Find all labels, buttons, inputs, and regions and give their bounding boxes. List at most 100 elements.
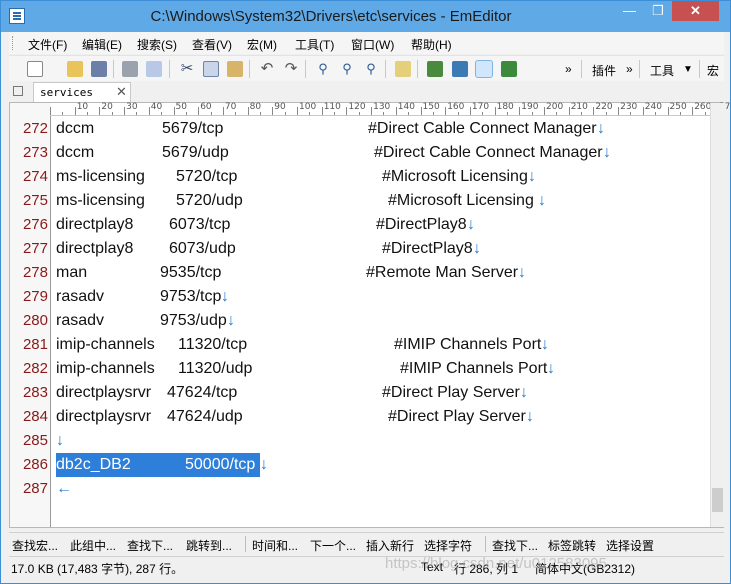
- paste-icon[interactable]: [227, 61, 243, 77]
- ruler-tick: [334, 112, 336, 115]
- search-bar-item[interactable]: 时间和...: [252, 537, 298, 554]
- find-next-icon[interactable]: ⚲: [339, 61, 355, 77]
- service-port: 5679/tcp: [162, 120, 224, 137]
- search-bar-item[interactable]: 下一个...: [310, 537, 356, 554]
- toolbar-separator: [385, 60, 386, 78]
- ruler-tick: [630, 112, 632, 115]
- line-break-marker: ↓: [260, 456, 268, 473]
- undo-icon[interactable]: ↶: [259, 61, 275, 77]
- toolbar-overflow[interactable]: »: [565, 62, 572, 76]
- tab-services[interactable]: services ✕: [33, 82, 131, 102]
- ruler-tick: [124, 107, 126, 115]
- service-port: 47624/udp: [167, 408, 243, 425]
- menu-file[interactable]: 文件(F): [28, 36, 67, 53]
- plugins-overflow[interactable]: »: [626, 62, 633, 76]
- ruler-tick: [62, 112, 64, 115]
- ruler-tick: [284, 112, 286, 115]
- title-bar[interactable]: C:\Windows\System32\Drivers\etc\services…: [1, 1, 730, 32]
- toolbar: ✂ ↶ ↷ ⚲ ⚲ ⚲ » 插件 » 工具 ▼ 宏: [9, 55, 724, 83]
- ruler-tick: [408, 112, 410, 115]
- cut-icon[interactable]: ✂: [179, 61, 195, 77]
- new-file-icon[interactable]: [27, 61, 43, 77]
- ruler-label: 260: [694, 102, 712, 112]
- open-folder-icon[interactable]: [67, 61, 83, 77]
- line-break-marker: ↓: [520, 384, 528, 401]
- tab-close-icon[interactable]: ✕: [116, 84, 127, 100]
- save-icon[interactable]: [91, 61, 107, 77]
- search-bar: 查找宏... 此组中... 查找下... 跳转到... 时间和... 下一个..…: [9, 532, 724, 555]
- ruler-label: 170: [471, 102, 490, 112]
- service-comment: #DirectPlay8: [382, 240, 473, 257]
- find-icon[interactable]: ⚲: [315, 61, 331, 77]
- redo-icon[interactable]: ↷: [283, 61, 299, 77]
- tab-list-icon[interactable]: [13, 86, 23, 96]
- ruler-label: 40: [150, 102, 163, 112]
- copy-icon[interactable]: [203, 61, 219, 77]
- line-break-marker: ↓: [526, 408, 534, 425]
- service-port: 9753/tcp: [160, 288, 222, 305]
- search-bar-item[interactable]: 此组中...: [70, 537, 116, 554]
- ruler-tick: [519, 107, 521, 115]
- column-ruler[interactable]: 10 20 30 40 50 60 70 80 90 100 110 120 130 140 150 160 1…: [50, 102, 731, 116]
- line-number-gutter[interactable]: 272 273 274 275 276 277 278 279 280 281 282 283 284 2…: [10, 103, 51, 527]
- chevron-down-icon[interactable]: ▼: [683, 64, 693, 75]
- menu-grip[interactable]: [12, 36, 16, 50]
- ruler-label: 50: [175, 102, 187, 112]
- line-number: 275: [22, 192, 48, 209]
- maximize-button[interactable]: ❐: [644, 1, 672, 21]
- search-bar-item[interactable]: 查找下...: [127, 537, 173, 554]
- menu-help[interactable]: 帮助(H): [411, 36, 452, 53]
- ruler-label: 210: [570, 102, 588, 112]
- ruler-tick: [692, 107, 694, 115]
- find-in-files-icon[interactable]: [395, 61, 411, 77]
- service-port: 6073/udp: [169, 240, 236, 257]
- service-comment: #Direct Cable Connect Manager: [374, 144, 603, 161]
- print-icon[interactable]: [122, 61, 138, 77]
- line-break-marker: ↓: [541, 336, 549, 353]
- close-button[interactable]: ✕: [672, 1, 719, 21]
- menu-window[interactable]: 窗口(W): [351, 36, 394, 53]
- ruler-tick: [309, 112, 311, 115]
- print-preview-icon[interactable]: [146, 61, 162, 77]
- minimize-button[interactable]: —: [615, 1, 644, 21]
- ruler-label: 30: [126, 102, 138, 112]
- menu-tools[interactable]: 工具(T): [295, 36, 334, 53]
- menu-macro[interactable]: 宏(M): [247, 36, 277, 53]
- search-bar-item[interactable]: 查找下...: [492, 537, 538, 554]
- wrap-by-page-icon[interactable]: [501, 61, 517, 77]
- search-bar-item[interactable]: 查找宏...: [12, 537, 58, 554]
- search-bar-item[interactable]: 选择设置: [606, 537, 654, 554]
- eof-marker: ←: [56, 480, 72, 497]
- ruler-label: 120: [348, 102, 366, 112]
- menu-edit[interactable]: 编辑(E): [82, 36, 122, 53]
- vertical-scrollbar[interactable]: [710, 103, 724, 527]
- text-editor[interactable]: 272 273 274 275 276 277 278 279 280 281 282 283 284 2…: [9, 102, 731, 528]
- macro-toolbar-label[interactable]: 宏: [707, 62, 719, 79]
- wrap-by-window-icon[interactable]: [475, 60, 493, 78]
- line-number: 274: [22, 168, 48, 185]
- vertical-scrollbar-thumb[interactable]: [712, 488, 723, 512]
- search-bar-item[interactable]: 选择字符: [424, 537, 472, 554]
- menu-view[interactable]: 查看(V): [192, 36, 232, 53]
- wrap-by-chars-icon[interactable]: [452, 61, 468, 77]
- search-bar-separator: [485, 536, 486, 552]
- ruler-label: 130: [373, 102, 391, 112]
- toolbar-separator: [581, 60, 582, 78]
- line-break-marker: ↓: [528, 168, 536, 185]
- menu-search[interactable]: 搜索(S): [137, 36, 177, 53]
- wrap-none-icon[interactable]: [427, 61, 443, 77]
- ruler-label: 190: [521, 102, 539, 112]
- service-port: 5679/udp: [162, 144, 229, 161]
- search-bar-item[interactable]: 标签跳转: [548, 537, 596, 554]
- search-bar-item[interactable]: 跳转到...: [186, 537, 232, 554]
- line-break-marker: ↓: [547, 360, 555, 377]
- ruler-tick: [556, 112, 558, 115]
- search-bar-item[interactable]: 插入新行: [366, 537, 414, 554]
- find-previous-icon[interactable]: ⚲: [363, 61, 379, 77]
- service-name: man: [56, 264, 88, 281]
- ruler-tick: [161, 112, 163, 115]
- tools-toolbar-label[interactable]: 工具: [650, 62, 674, 79]
- ruler-tick: [297, 107, 298, 115]
- ruler-tick: [457, 112, 459, 115]
- plugins-toolbar-label[interactable]: 插件: [592, 62, 616, 79]
